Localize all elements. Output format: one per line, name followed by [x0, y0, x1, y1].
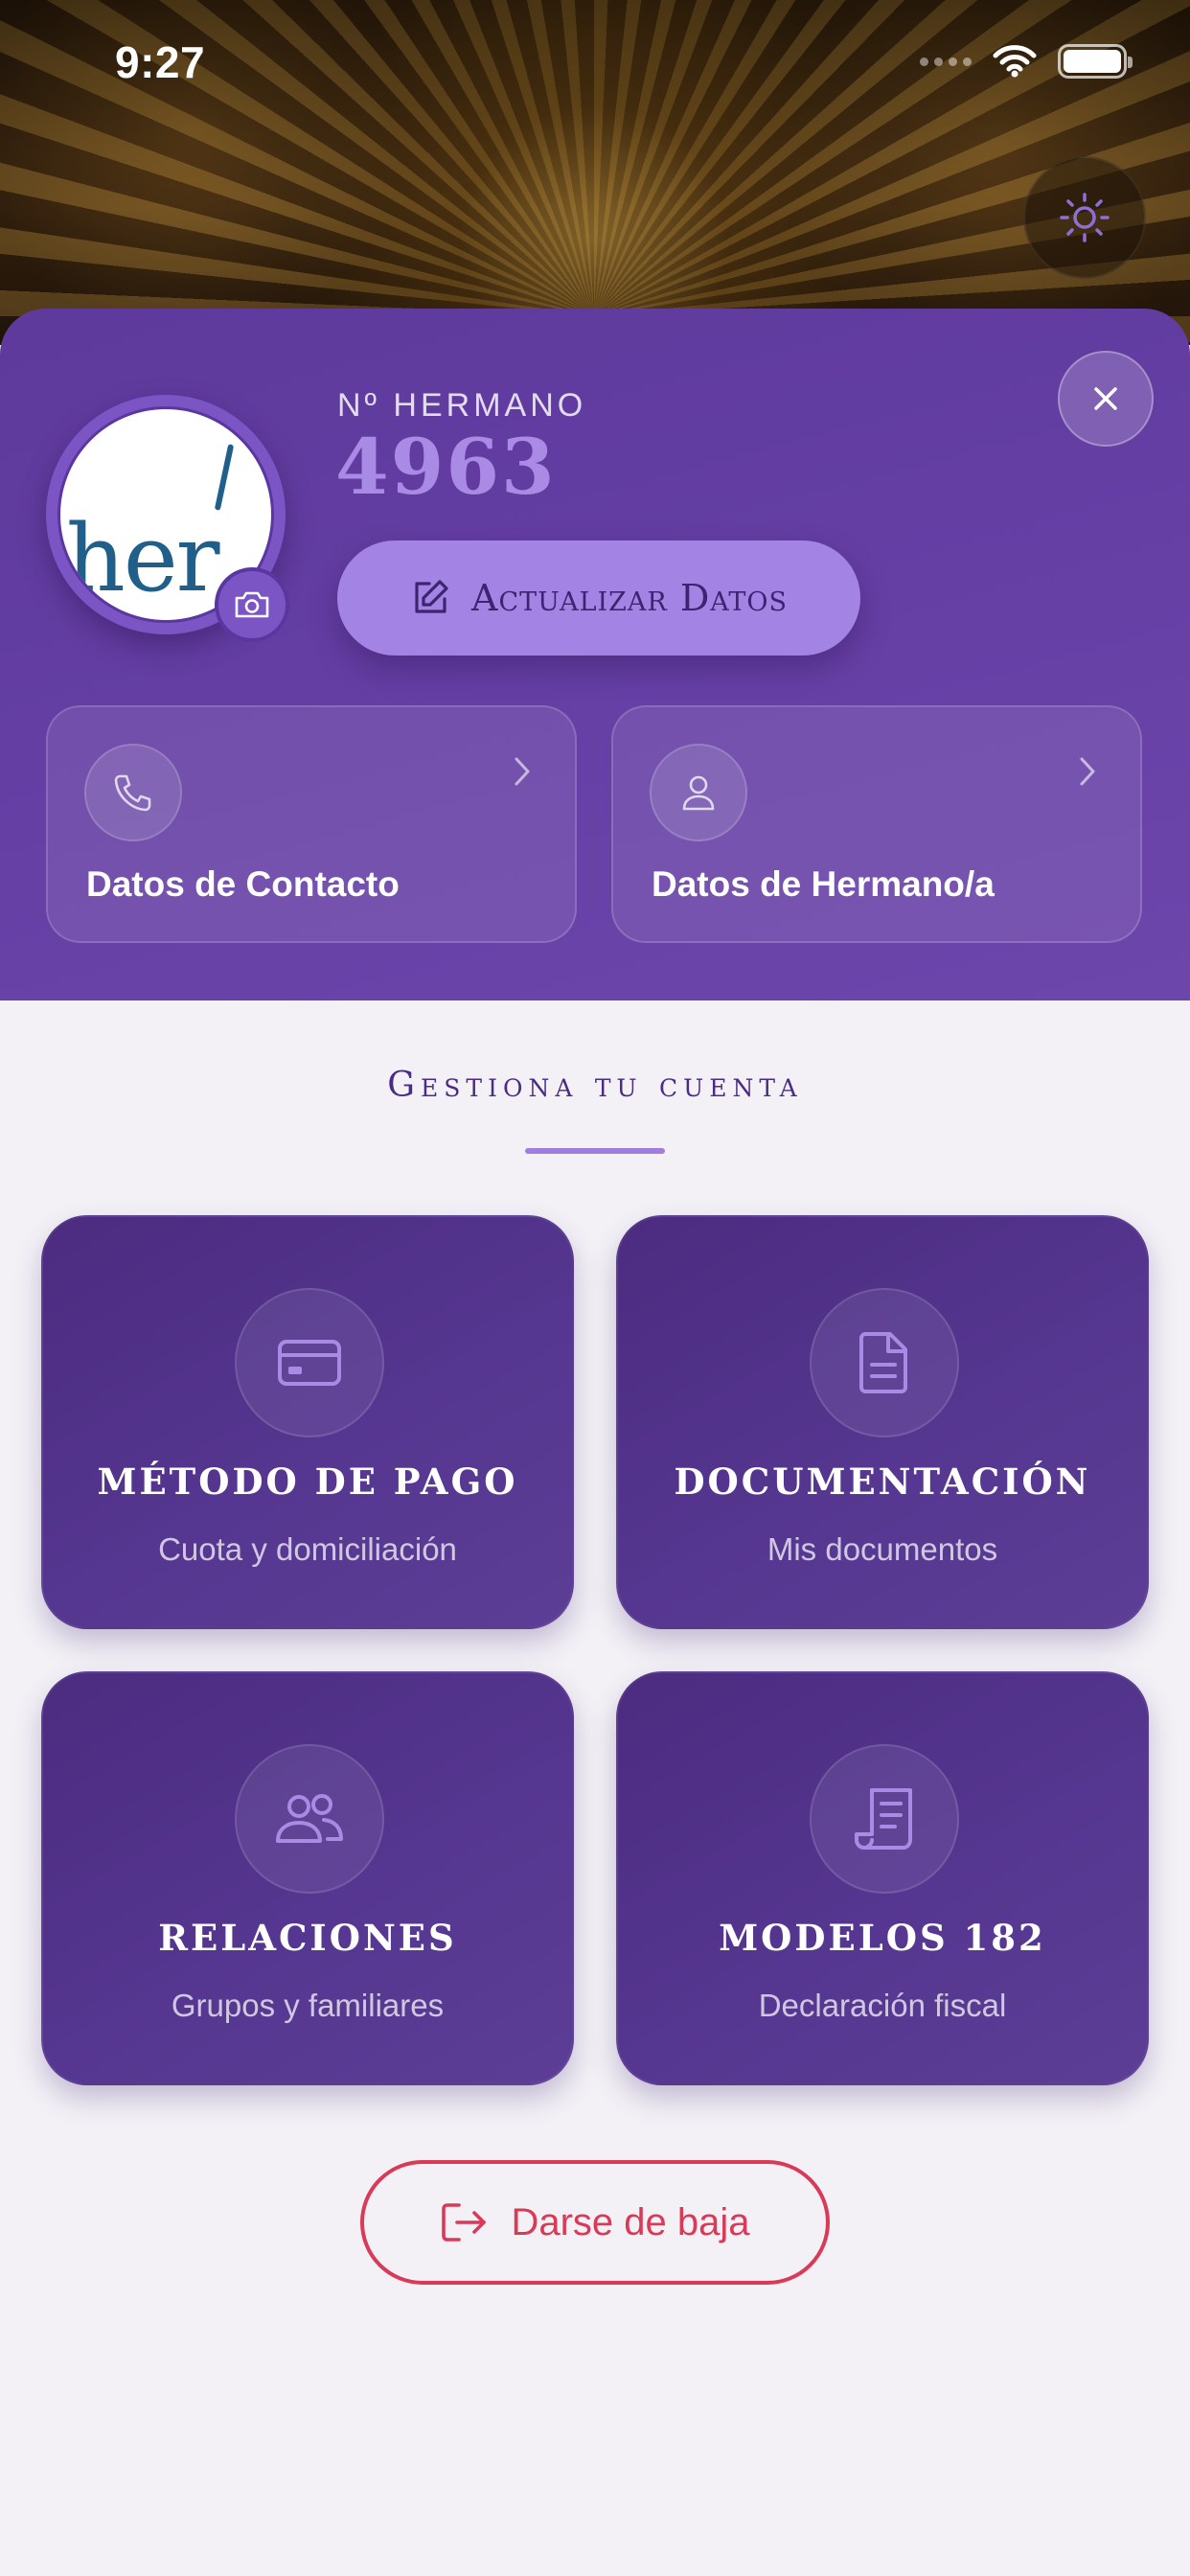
close-button[interactable]: [1058, 351, 1154, 447]
user-icon-circle: [650, 744, 747, 841]
credit-card-icon-circle: [235, 1288, 384, 1438]
member-number: 4963: [335, 422, 557, 512]
close-icon: [1094, 387, 1117, 410]
profile-card: her Nº HERMANO 4963 Actualizar Datos Dat…: [0, 309, 1190, 1000]
status-icons: [920, 44, 1133, 79]
payment-method-title: MÉTODO DE PAGO: [97, 1460, 518, 1503]
receipt-icon: [855, 1788, 912, 1850]
users-icon: [276, 1794, 343, 1843]
contact-data-card[interactable]: Datos de Contacto: [46, 705, 577, 943]
member-data-label: Datos de Hermano/a: [652, 864, 995, 904]
user-icon: [682, 775, 715, 811]
manage-account-title: Gestiona tu cuenta: [387, 1066, 803, 1105]
chevron-right-icon: [1080, 757, 1095, 786]
document-icon: [859, 1332, 907, 1393]
users-icon-circle: [235, 1744, 384, 1894]
payment-method-subtitle: Cuota y domiciliación: [158, 1531, 457, 1567]
status-time: 9:27: [115, 37, 206, 87]
relations-tile[interactable]: RELACIONES Grupos y familiares: [41, 1671, 574, 2085]
section-divider: [525, 1148, 665, 1154]
payment-method-tile[interactable]: MÉTODO DE PAGO Cuota y domiciliación: [41, 1215, 574, 1629]
update-data-label: Actualizar Datos: [471, 577, 788, 619]
contact-data-label: Datos de Contacto: [86, 864, 400, 904]
unsubscribe-button[interactable]: Darse de baja: [360, 2160, 830, 2285]
document-icon-circle: [810, 1288, 959, 1438]
member-number-label: Nº HERMANO: [337, 387, 587, 424]
documentation-tile[interactable]: DOCUMENTACIÓN Mis documentos: [616, 1215, 1149, 1629]
receipt-icon-circle: [810, 1744, 959, 1894]
wifi-icon: [993, 45, 1037, 78]
sun-icon: [1060, 193, 1110, 242]
phone-icon: [114, 774, 151, 812]
unsubscribe-label: Darse de baja: [511, 2200, 750, 2243]
edit-icon: [415, 580, 448, 613]
tax-models-tile[interactable]: MODELOS 182 Declaración fiscal: [616, 1671, 1149, 2085]
relations-title: RELACIONES: [158, 1917, 457, 1959]
battery-icon: [1058, 44, 1133, 79]
change-photo-button[interactable]: [215, 567, 289, 642]
tax-models-subtitle: Declaración fiscal: [758, 1988, 1007, 2023]
documentation-subtitle: Mis documentos: [767, 1531, 998, 1567]
cellular-signal-icon: [920, 57, 972, 66]
credit-card-icon: [278, 1340, 341, 1386]
tax-models-title: MODELOS 182: [719, 1917, 1046, 1959]
status-bar: 9:27: [0, 0, 1190, 125]
documentation-title: DOCUMENTACIÓN: [674, 1460, 1091, 1503]
logout-icon: [442, 2203, 487, 2242]
theme-toggle-button[interactable]: [1023, 156, 1146, 279]
chevron-right-icon: [515, 757, 530, 786]
update-data-button[interactable]: Actualizar Datos: [337, 540, 860, 656]
camera-icon: [235, 591, 269, 618]
phone-icon-circle: [84, 744, 182, 841]
member-data-card[interactable]: Datos de Hermano/a: [611, 705, 1142, 943]
relations-subtitle: Grupos y familiares: [171, 1988, 445, 2023]
